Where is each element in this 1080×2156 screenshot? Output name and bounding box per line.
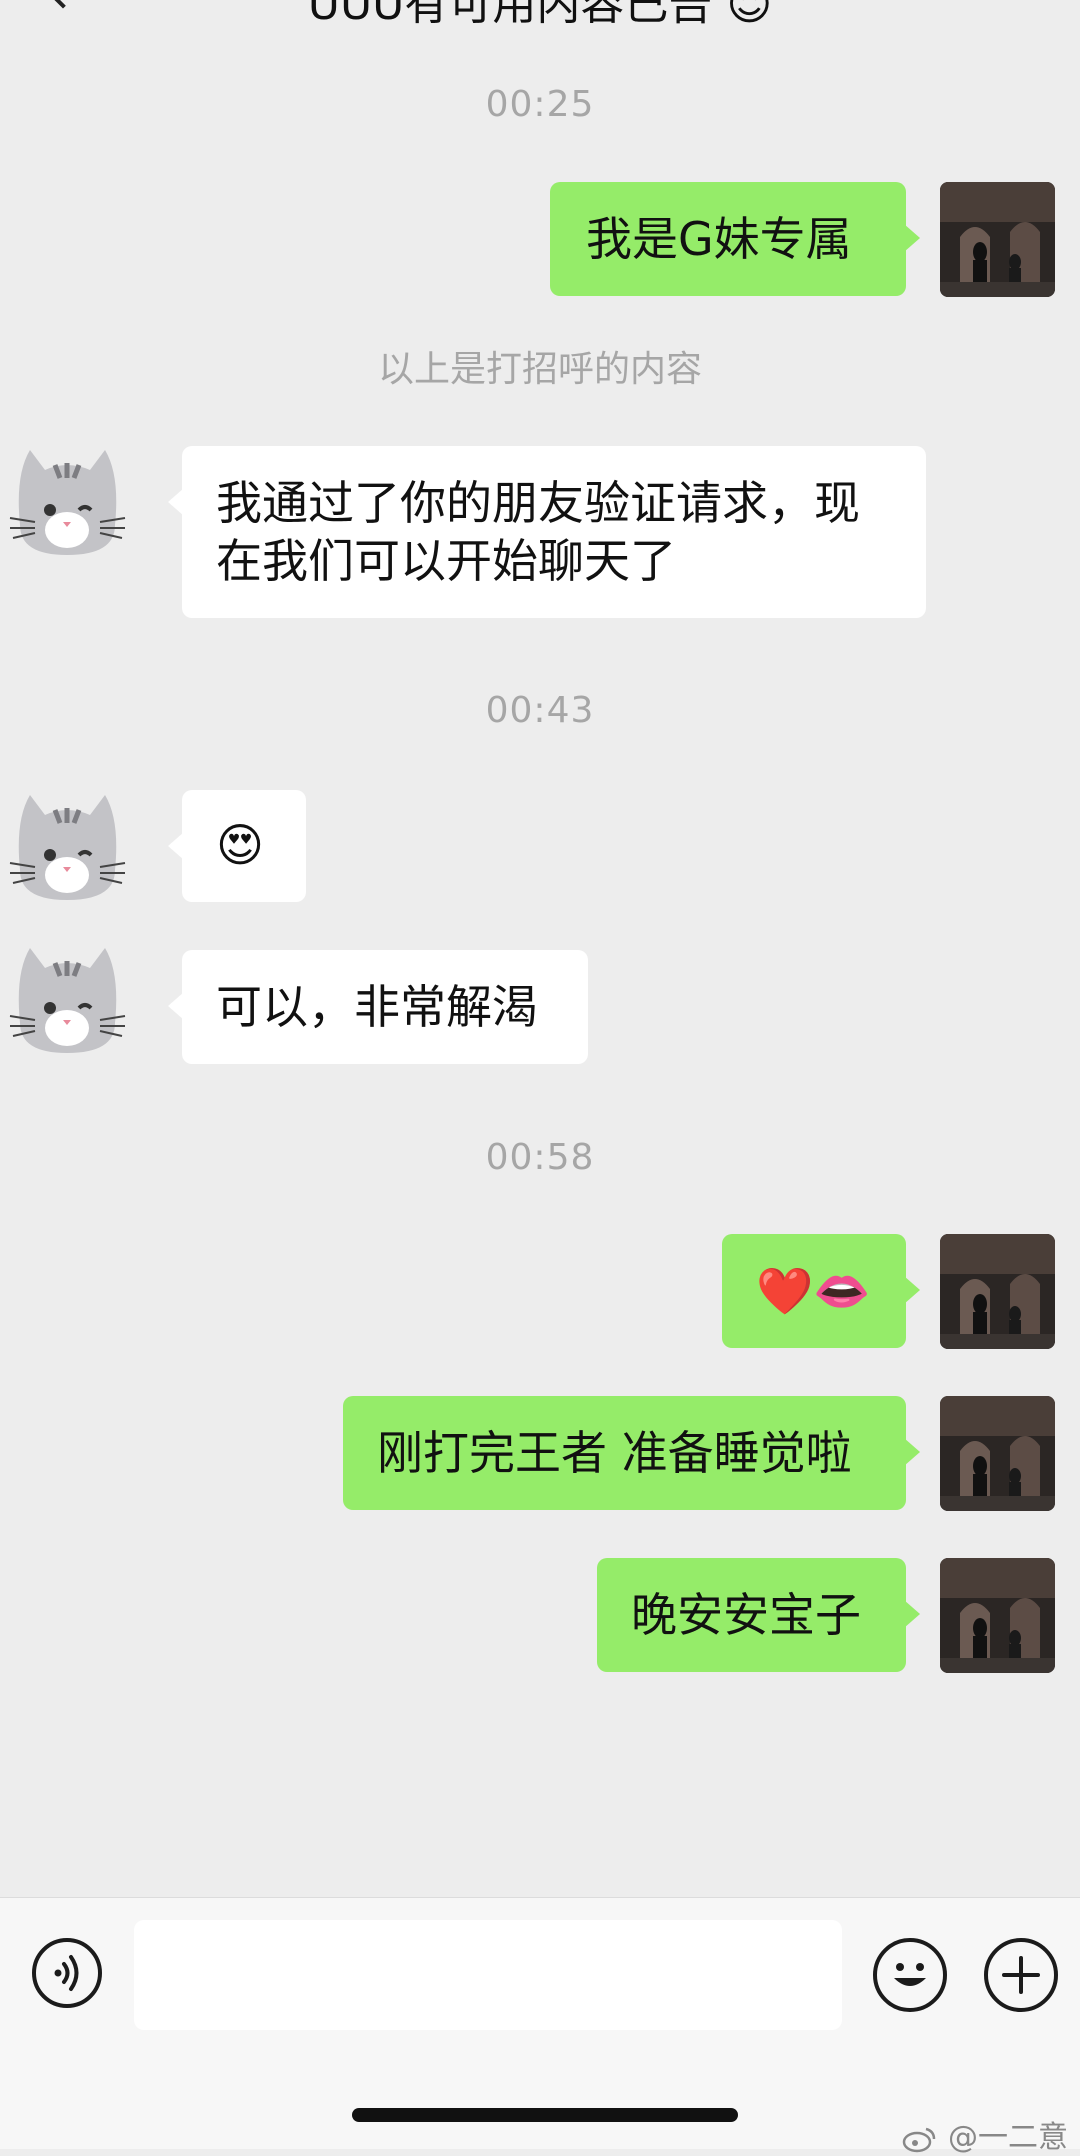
message-text: 刚打完王者 准备睡觉啦	[377, 1426, 852, 1480]
timestamp: 00:58	[485, 1137, 595, 1178]
emoji-button[interactable]	[873, 1938, 947, 2012]
message-text: 我是G妹专属	[586, 212, 852, 266]
my-avatar-photo	[940, 1396, 1055, 1511]
cat-avatar-icon	[9, 948, 126, 1053]
my-avatar[interactable]	[940, 1396, 1055, 1511]
outgoing-message[interactable]: 刚打完王者 准备睡觉啦	[343, 1396, 920, 1510]
contact-avatar[interactable]	[5, 928, 130, 1058]
message-text: 晚安安宝子	[631, 1588, 861, 1642]
my-avatar-photo	[940, 1558, 1055, 1673]
incoming-message[interactable]: 😍	[168, 790, 306, 902]
emoji-text: 😍	[216, 818, 264, 872]
incoming-message[interactable]: 可以，非常解渴	[168, 950, 588, 1064]
weibo-logo-icon	[903, 2127, 936, 2152]
plus-icon	[1002, 1956, 1040, 1994]
my-avatar[interactable]	[940, 182, 1055, 297]
watermark-text: @一二意	[948, 2120, 1068, 2155]
message-input[interactable]	[134, 1920, 842, 2030]
message-text-line: 在我们可以开始聊天了	[216, 534, 676, 588]
contact-avatar[interactable]	[5, 775, 130, 905]
chat-title: UUU有可用内容已告 ☺	[307, 0, 773, 30]
plus-button[interactable]	[984, 1938, 1058, 2012]
emoji-icon	[894, 1963, 926, 1986]
my-avatar[interactable]	[940, 1558, 1055, 1673]
message-text: 可以，非常解渴	[216, 980, 538, 1034]
my-avatar-photo	[940, 1234, 1055, 1349]
cat-avatar-icon	[9, 450, 126, 555]
contact-avatar[interactable]	[5, 430, 130, 560]
voice-icon	[54, 1955, 79, 1991]
outgoing-message[interactable]: 晚安安宝子	[597, 1558, 920, 1672]
home-indicator[interactable]	[352, 2108, 738, 2122]
timestamp: 00:25	[485, 84, 595, 125]
outgoing-message[interactable]: 我是G妹专属	[550, 182, 920, 296]
voice-button[interactable]	[32, 1938, 102, 2008]
watermark: @一二意	[902, 2112, 1068, 2156]
timestamp: 00:43	[485, 690, 595, 731]
cat-avatar-icon	[9, 795, 126, 900]
chat-header: UUU有可用内容已告 ☺	[0, 0, 1080, 30]
outgoing-message[interactable]: ❤️👄	[722, 1234, 920, 1348]
system-note: 以上是打招呼的内容	[377, 349, 702, 390]
emoji-text: ❤️👄	[756, 1264, 871, 1318]
incoming-message[interactable]: 我通过了你的朋友验证请求，现 在我们可以开始聊天了	[168, 446, 926, 618]
my-avatar[interactable]	[940, 1234, 1055, 1349]
message-text-line: 我通过了你的朋友验证请求，现	[216, 476, 860, 530]
my-avatar-photo	[940, 182, 1055, 297]
